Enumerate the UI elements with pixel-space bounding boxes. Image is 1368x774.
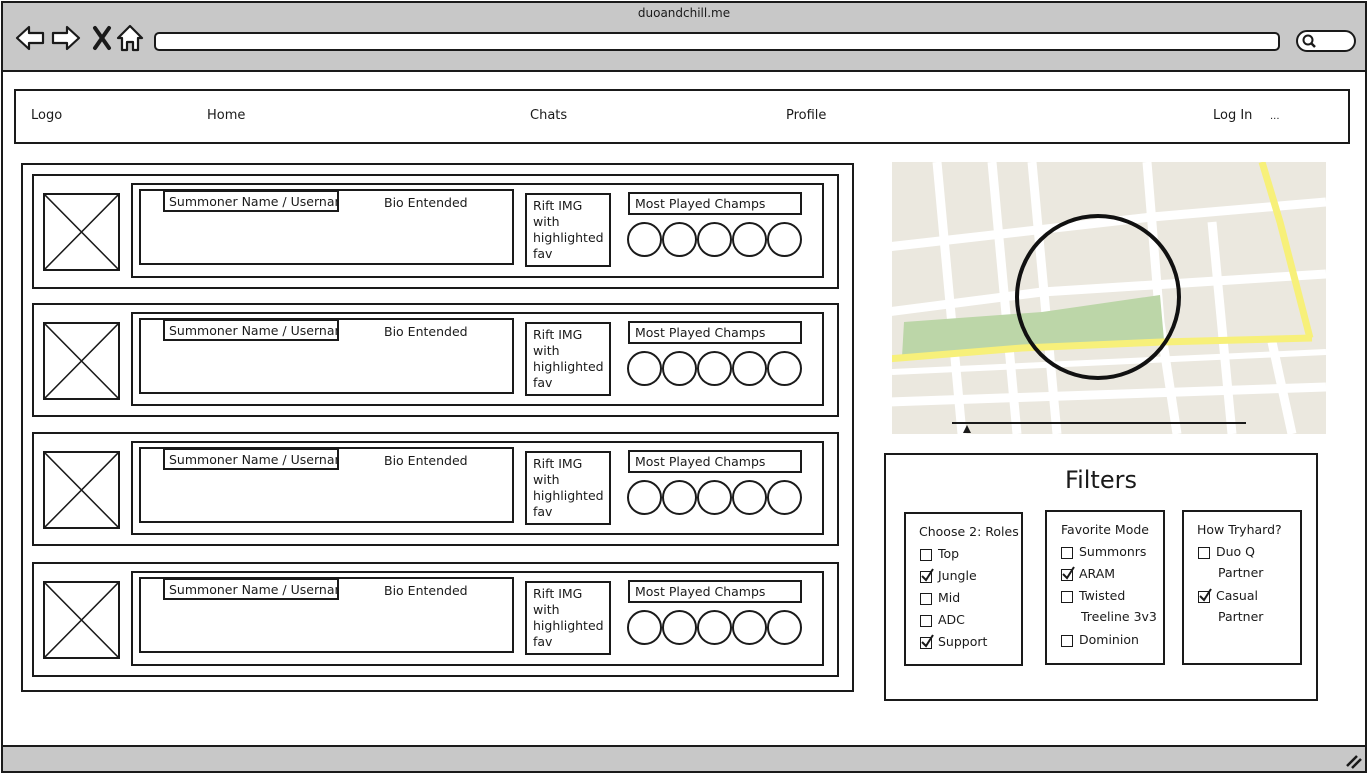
- champion-icon[interactable]: [697, 480, 732, 515]
- champion-icon[interactable]: [697, 610, 732, 645]
- champion-icon[interactable]: [732, 351, 767, 386]
- champion-icon[interactable]: [732, 222, 767, 257]
- home-icon[interactable]: [114, 22, 146, 54]
- role-checkbox[interactable]: [920, 549, 932, 561]
- champion-icon[interactable]: [627, 222, 662, 257]
- forward-arrow-icon[interactable]: [50, 22, 82, 54]
- role-checkbox[interactable]: [920, 568, 934, 583]
- most-played-champs-label: Most Played Champs: [628, 580, 802, 603]
- most-played-champs-label: Most Played Champs: [628, 192, 802, 215]
- more-menu[interactable]: ...: [1270, 111, 1280, 122]
- avatar-placeholder-image: [43, 322, 120, 400]
- nav-home-link[interactable]: Home: [207, 108, 245, 123]
- role-checkbox[interactable]: [920, 634, 934, 649]
- tryhard-option-label[interactable]: Casual: [1216, 588, 1258, 603]
- role-option-label[interactable]: Support: [938, 634, 987, 649]
- champion-icon[interactable]: [627, 610, 662, 645]
- tryhard-option-label[interactable]: Duo Q: [1216, 544, 1255, 559]
- mode-option-label[interactable]: Twisted: [1079, 588, 1125, 603]
- tryhard-checkbox[interactable]: [1198, 547, 1210, 559]
- role-option-label[interactable]: Jungle: [938, 568, 977, 583]
- bio-label: Bio Entended: [384, 453, 468, 468]
- login-link[interactable]: Log In: [1213, 108, 1252, 123]
- most-played-champs-label: Most Played Champs: [628, 450, 802, 473]
- summoner-name: Summoner Name / Usernam: [163, 578, 339, 600]
- champion-icon[interactable]: [732, 480, 767, 515]
- champion-icon[interactable]: [767, 610, 802, 645]
- role-option-label[interactable]: ADC: [938, 612, 965, 627]
- champion-icon[interactable]: [627, 480, 662, 515]
- nav-chats-link[interactable]: Chats: [530, 108, 567, 123]
- tryhard-heading: How Tryhard?: [1197, 522, 1282, 537]
- summoner-name: Summoner Name / Usernam: [163, 190, 339, 212]
- bio-label: Bio Entended: [384, 195, 468, 210]
- avatar-placeholder-image: [43, 451, 120, 529]
- role-checkbox[interactable]: [920, 615, 932, 627]
- role-checkbox[interactable]: [920, 593, 932, 605]
- mode-option-label[interactable]: ARAM: [1079, 566, 1115, 581]
- browser-search-field[interactable]: [1296, 30, 1356, 52]
- champion-icon[interactable]: [662, 480, 697, 515]
- summoner-name: Summoner Name / Usernam: [163, 319, 339, 341]
- champion-icon[interactable]: [767, 480, 802, 515]
- tryhard-checkbox[interactable]: [1198, 588, 1212, 603]
- champion-icon[interactable]: [662, 351, 697, 386]
- champion-icon[interactable]: [697, 351, 732, 386]
- back-arrow-icon[interactable]: [14, 22, 46, 54]
- bio-label: Bio Entended: [384, 324, 468, 339]
- champion-icon[interactable]: [732, 610, 767, 645]
- summoner-name: Summoner Name / Usernam: [163, 448, 339, 470]
- mode-checkbox[interactable]: [1061, 635, 1073, 647]
- url-bar[interactable]: [154, 32, 1280, 51]
- champion-icon[interactable]: [767, 351, 802, 386]
- mode-checkbox[interactable]: [1061, 566, 1075, 581]
- nav-profile-link[interactable]: Profile: [786, 108, 826, 123]
- avatar-placeholder-image: [43, 193, 120, 271]
- search-icon: [1301, 33, 1317, 53]
- filters-title: Filters: [1065, 466, 1137, 494]
- browser-title: duoandchill.me: [637, 6, 731, 20]
- rift-image-placeholder: Rift IMG with highlighted fav: [525, 451, 611, 525]
- avatar-placeholder-image: [43, 581, 120, 659]
- mode-option-label[interactable]: Dominion: [1079, 632, 1139, 647]
- champion-icon[interactable]: [627, 351, 662, 386]
- roles-heading: Choose 2: Roles: [919, 524, 1019, 539]
- logo[interactable]: Logo: [31, 108, 62, 123]
- mode-checkbox[interactable]: [1061, 547, 1073, 559]
- mode-heading: Favorite Mode: [1061, 522, 1149, 537]
- champion-icon[interactable]: [662, 222, 697, 257]
- champion-icon[interactable]: [662, 610, 697, 645]
- resize-grip-icon[interactable]: [1341, 750, 1363, 770]
- rift-image-placeholder: Rift IMG with highlighted fav: [525, 581, 611, 655]
- radius-slider-track[interactable]: [952, 422, 1246, 424]
- role-option-label[interactable]: Top: [938, 546, 959, 561]
- champion-icon[interactable]: [697, 222, 732, 257]
- mode-checkbox[interactable]: [1061, 591, 1073, 603]
- rift-image-placeholder: Rift IMG with highlighted fav: [525, 193, 611, 267]
- radius-slider-thumb[interactable]: [962, 418, 971, 433]
- browser-status-bar: [3, 745, 1365, 771]
- rift-image-placeholder: Rift IMG with highlighted fav: [525, 322, 611, 396]
- tryhard-option-label[interactable]: Partner: [1218, 609, 1263, 624]
- mode-option-label[interactable]: Summonrs: [1079, 544, 1146, 559]
- bio-label: Bio Entended: [384, 583, 468, 598]
- role-option-label[interactable]: Mid: [938, 590, 960, 605]
- mode-option-label[interactable]: Treeline 3v3: [1081, 609, 1157, 624]
- tryhard-option-label[interactable]: Partner: [1218, 565, 1263, 580]
- champion-icon[interactable]: [767, 222, 802, 257]
- location-map[interactable]: [892, 162, 1326, 434]
- most-played-champs-label: Most Played Champs: [628, 321, 802, 344]
